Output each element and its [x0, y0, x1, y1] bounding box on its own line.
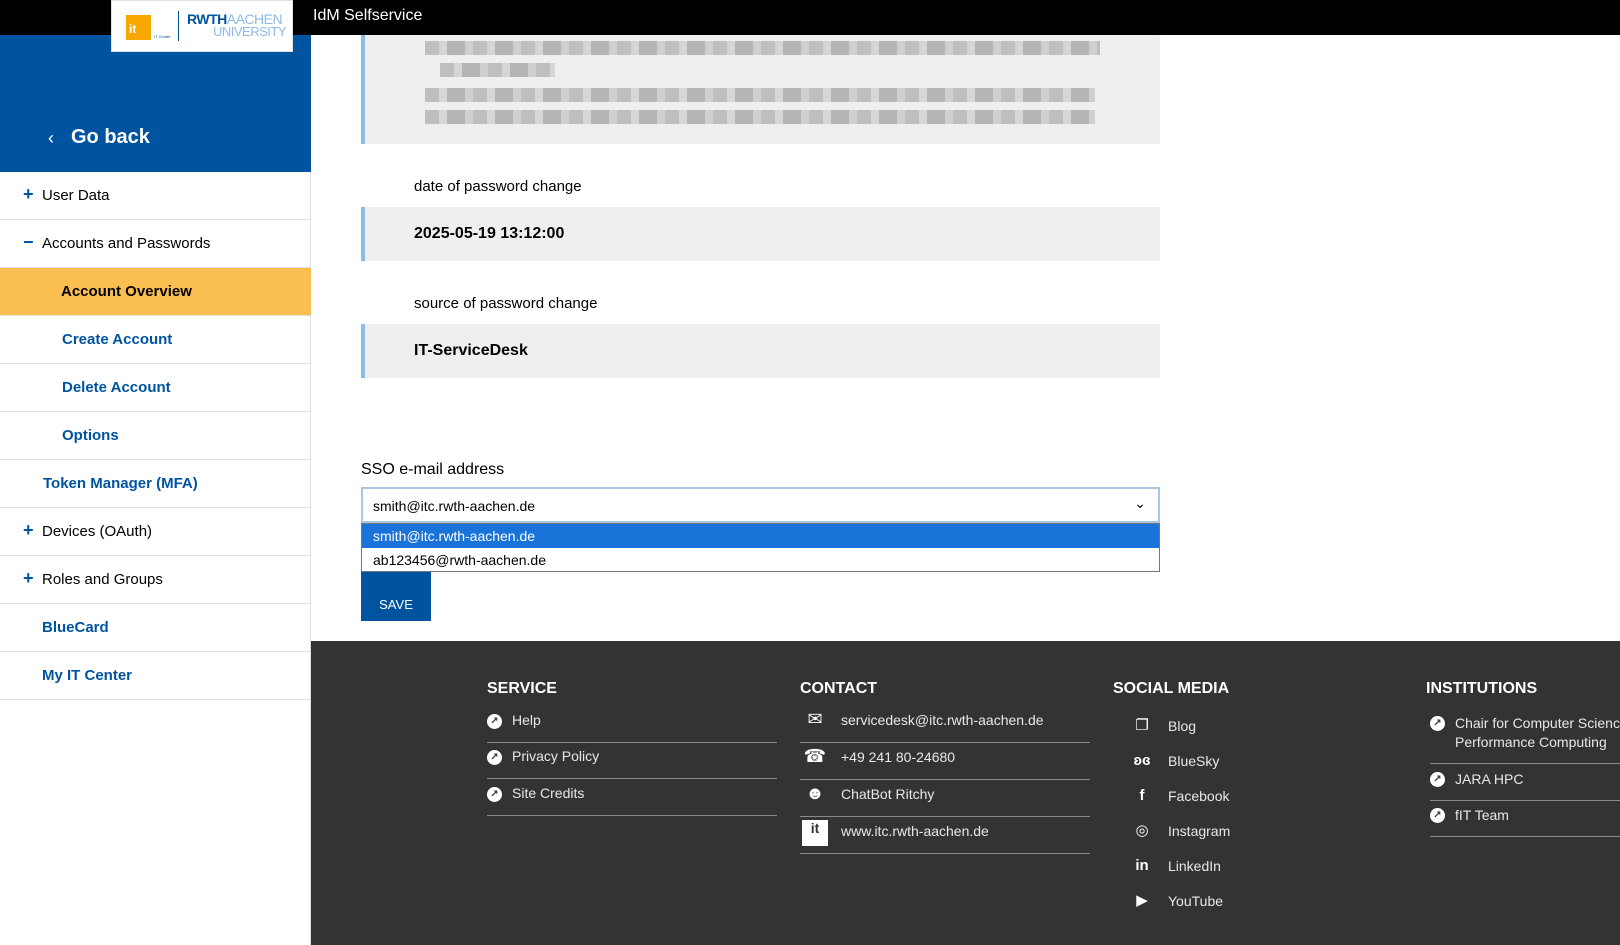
footer-social-heading: SOCIAL MEDIA [1113, 680, 1230, 697]
footer-service-heading: SERVICE [487, 680, 557, 697]
save-button[interactable]: SAVE [361, 572, 431, 621]
phone-icon: ☎ [803, 746, 827, 766]
youtube-icon: ▶ [1136, 892, 1148, 909]
footer-contact-heading: CONTACT [800, 680, 878, 697]
footer-contact-website[interactable]: it www.itc.rwth-aachen.de [800, 817, 1090, 854]
sidebar-item-bluecard[interactable]: BlueCard [0, 604, 311, 652]
blurred-info-box [361, 35, 1160, 144]
linkedin-icon: in [1135, 857, 1149, 874]
sidebar-item-label: Devices (OAuth) [42, 523, 153, 540]
sidebar-item-options[interactable]: Options [0, 412, 311, 460]
footer-institutions-heading: INSTITUTIONS [1426, 680, 1538, 697]
blurred-text [425, 110, 1095, 124]
chevron-left-icon: ‹ [48, 128, 54, 148]
expand-plus-icon: + [23, 520, 34, 540]
sso-email-select[interactable]: smith@itc.rwth-aachen.de ⌄ [361, 487, 1160, 523]
arrow-link-icon: ↗ [487, 714, 502, 729]
sidebar-item-label: My IT Center [42, 667, 133, 684]
sidebar-item-devices-oauth[interactable]: + Devices (OAuth) [0, 508, 311, 556]
sidebar-item-delete-account[interactable]: Delete Account [0, 364, 311, 412]
footer-contact-chatbot[interactable]: ☻ ChatBot Ritchy [800, 780, 1090, 817]
sidebar-item-label: Options [62, 427, 119, 444]
password-change-date-value: 2025-05-19 13:12:00 [414, 225, 565, 242]
expand-plus-icon: + [23, 184, 34, 204]
footer-contact-email[interactable]: ✉ servicedesk@itc.rwth-aachen.de [800, 706, 1090, 743]
sidebar: ‹ Go back + User Data − Accounts and Pas… [0, 35, 311, 945]
sidebar-item-create-account[interactable]: Create Account [0, 316, 311, 364]
it-center-icon: it [802, 820, 828, 846]
arrow-link-icon: ↗ [1430, 716, 1445, 731]
arrow-link-icon: ↗ [487, 750, 502, 765]
sso-email-dropdown: smith@itc.rwth-aachen.de ab123456@rwth-a… [361, 523, 1160, 572]
it-center-logo-label: IT Center [154, 34, 171, 39]
footer-link-site-credits[interactable]: ↗ Site Credits [487, 780, 777, 816]
footer-institution-chair[interactable]: ↗ Chair for Computer Science Performance … [1430, 709, 1620, 764]
sidebar-item-user-data[interactable]: + User Data [0, 172, 311, 220]
go-back-button[interactable]: ‹ Go back [0, 35, 311, 172]
facebook-icon: f [1139, 787, 1145, 804]
arrow-link-icon: ↗ [487, 787, 502, 802]
blurred-text [425, 88, 1095, 102]
sidebar-item-label: Roles and Groups [42, 571, 163, 588]
rwth-logo[interactable]: it IT Center RWTHAACHEN UNIVERSITY [111, 0, 293, 52]
it-center-logo-icon: it [126, 15, 151, 40]
sso-email-label: SSO e-mail address [361, 461, 505, 478]
logo-divider [178, 11, 179, 41]
password-change-date-label: date of password change [414, 178, 582, 195]
sso-email-selected-value: smith@itc.rwth-aachen.de [373, 498, 536, 514]
go-back-label: Go back [71, 126, 150, 148]
footer-link-privacy-policy[interactable]: ↗ Privacy Policy [487, 743, 777, 779]
sidebar-item-my-it-center[interactable]: My IT Center [0, 652, 311, 700]
app-title: IdM Selfservice [313, 7, 423, 24]
chevron-down-icon: ⌄ [1134, 495, 1146, 511]
footer-link-help[interactable]: ↗ Help [487, 707, 777, 743]
butterfly-icon: ʚɞ [1133, 752, 1151, 769]
arrow-link-icon: ↗ [1430, 808, 1445, 823]
password-change-source-label: source of password change [414, 295, 598, 312]
dropdown-option-selected[interactable]: smith@itc.rwth-aachen.de [362, 524, 1159, 548]
sidebar-item-token-manager[interactable]: Token Manager (MFA) [0, 460, 311, 508]
sidebar-item-label: User Data [42, 187, 110, 204]
sidebar-item-label: Delete Account [62, 379, 171, 396]
sidebar-item-accounts-and-passwords[interactable]: − Accounts and Passwords [0, 220, 311, 268]
dropdown-option[interactable]: ab123456@rwth-aachen.de [362, 548, 1159, 572]
raccoon-chatbot-icon: ☻ [805, 783, 825, 803]
sidebar-item-account-overview[interactable]: Account Overview [0, 268, 311, 316]
sidebar-item-label: Token Manager (MFA) [43, 475, 198, 492]
password-change-source-value: IT-ServiceDesk [414, 342, 528, 359]
footer-contact-phone[interactable]: ☎ +49 241 80-24680 [800, 743, 1090, 780]
instagram-icon: ◎ [1135, 822, 1149, 839]
footer-institution-fit-team[interactable]: ↗ fIT Team [1430, 801, 1620, 837]
blurred-text [440, 63, 555, 77]
sidebar-item-roles-and-groups[interactable]: + Roles and Groups [0, 556, 311, 604]
sidebar-item-label: Account Overview [61, 283, 192, 300]
sidebar-item-label: Create Account [62, 331, 173, 348]
expand-plus-icon: + [23, 568, 34, 588]
collapse-minus-icon: − [23, 232, 34, 252]
blurred-text [425, 41, 1100, 55]
logo-university-text: UNIVERSITY [213, 24, 287, 39]
sidebar-item-label: Accounts and Passwords [42, 235, 211, 252]
envelope-icon: ✉ [807, 709, 823, 729]
sidebar-item-label: BlueCard [42, 619, 109, 636]
blog-icon: ❐ [1135, 717, 1149, 734]
arrow-link-icon: ↗ [1430, 772, 1445, 787]
footer-institution-jara-hpc[interactable]: ↗ JARA HPC [1430, 765, 1620, 801]
